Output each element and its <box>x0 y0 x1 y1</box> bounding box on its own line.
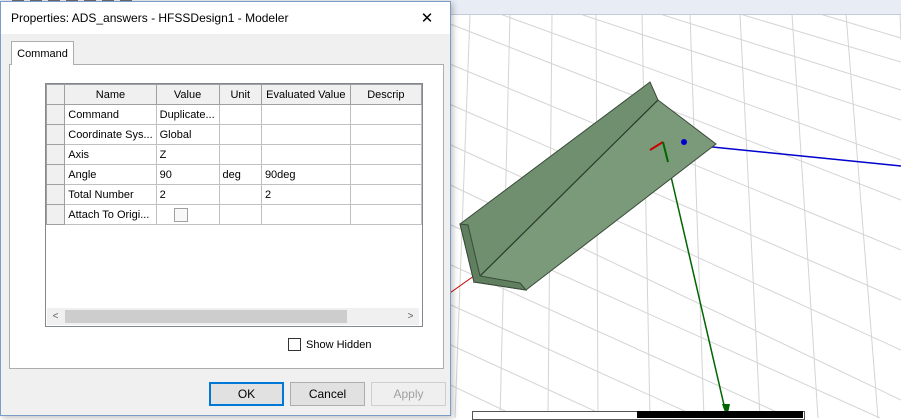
properties-dialog: Properties: ADS_answers - HFSSDesign1 - … <box>0 1 451 416</box>
corner-cell <box>46 84 66 105</box>
scroll-left-button[interactable]: < <box>47 308 64 325</box>
cell-value-checkbox[interactable] <box>155 204 220 225</box>
cell-unit[interactable] <box>218 204 262 225</box>
cancel-button[interactable]: Cancel <box>290 382 365 406</box>
scroll-right-button[interactable]: > <box>402 308 419 325</box>
cell-unit[interactable]: deg <box>218 164 262 185</box>
column-header-description[interactable]: Descrip <box>349 84 422 105</box>
table-row[interactable]: Axis Z <box>46 144 422 165</box>
cell-name: Attach To Origi... <box>64 204 157 225</box>
cell-description[interactable] <box>349 144 422 165</box>
cell-unit[interactable] <box>218 124 262 145</box>
scrollbar-thumb[interactable] <box>65 310 347 323</box>
row-header[interactable] <box>46 104 66 125</box>
ok-button[interactable]: OK <box>209 382 284 406</box>
command-tab-panel: Name Value Unit Evaluated Value Descrip … <box>9 64 444 369</box>
apply-button[interactable]: Apply <box>371 382 446 406</box>
column-header-name[interactable]: Name <box>64 84 157 105</box>
cell-value[interactable]: Global <box>155 124 220 145</box>
dialog-title: Properties: ADS_answers - HFSSDesign1 - … <box>11 11 289 25</box>
row-header[interactable] <box>46 124 66 145</box>
cell-unit[interactable] <box>218 184 262 205</box>
header-row: Name Value Unit Evaluated Value Descrip <box>46 84 422 105</box>
attach-to-origin-checkbox[interactable] <box>173 207 188 222</box>
table-row[interactable]: Coordinate Sys... Global <box>46 124 422 145</box>
cell-value[interactable]: 90 <box>155 164 220 185</box>
row-header[interactable] <box>46 184 66 205</box>
cell-evaluated <box>260 124 351 145</box>
cell-evaluated: 90deg <box>260 164 351 185</box>
horizontal-scrollbar[interactable]: < > <box>47 308 419 325</box>
apply-label: Apply <box>393 387 424 401</box>
tab-label: Command <box>17 47 68 60</box>
cell-value[interactable]: Duplicate... <box>155 104 220 125</box>
properties-table: Name Value Unit Evaluated Value Descrip … <box>46 84 422 225</box>
cell-evaluated <box>260 104 351 125</box>
show-hidden-option[interactable]: Show Hidden <box>288 338 371 351</box>
properties-grid: Name Value Unit Evaluated Value Descrip … <box>45 83 423 327</box>
table-row[interactable]: Total Number 2 2 <box>46 184 422 205</box>
cell-value[interactable]: 2 <box>155 184 220 205</box>
show-hidden-checkbox[interactable] <box>288 338 301 351</box>
y-axis-line <box>662 141 728 418</box>
cell-description[interactable] <box>349 104 422 125</box>
cell-evaluated <box>260 204 351 225</box>
cell-description[interactable] <box>349 124 422 145</box>
table-row[interactable]: Attach To Origi... <box>46 204 422 225</box>
cell-unit[interactable] <box>218 144 262 165</box>
dialog-titlebar[interactable]: Properties: ADS_answers - HFSSDesign1 - … <box>1 2 450 34</box>
close-button[interactable]: ✕ <box>404 2 450 34</box>
ok-label: OK <box>237 387 256 401</box>
show-hidden-label: Show Hidden <box>306 338 372 351</box>
cell-description[interactable] <box>349 184 422 205</box>
cell-evaluated <box>260 144 351 165</box>
cell-description[interactable] <box>349 164 422 185</box>
status-strip-dark <box>637 411 803 418</box>
column-header-unit[interactable]: Unit <box>218 84 262 105</box>
cell-name: Axis <box>64 144 157 165</box>
close-icon: ✕ <box>420 10 434 27</box>
row-header[interactable] <box>46 204 66 225</box>
tab-command[interactable]: Command <box>11 41 74 65</box>
cell-name: Total Number <box>64 184 157 205</box>
row-header[interactable] <box>46 164 66 185</box>
table-row[interactable]: Angle 90 deg 90deg <box>46 164 422 185</box>
cell-name: Coordinate Sys... <box>64 124 157 145</box>
local-z-marker <box>681 139 687 145</box>
cell-value[interactable]: Z <box>155 144 220 165</box>
chevron-right-icon: > <box>407 311 414 322</box>
cell-description[interactable] <box>349 204 422 225</box>
row-header[interactable] <box>46 144 66 165</box>
cell-unit[interactable] <box>218 104 262 125</box>
cell-name: Command <box>64 104 157 125</box>
chevron-left-icon: < <box>52 311 59 322</box>
cancel-label: Cancel <box>308 387 347 401</box>
column-header-value[interactable]: Value <box>155 84 220 105</box>
table-row[interactable]: Command Duplicate... <box>46 104 422 125</box>
cell-evaluated: 2 <box>260 184 351 205</box>
column-header-evaluated[interactable]: Evaluated Value <box>260 84 351 105</box>
cell-name: Angle <box>64 164 157 185</box>
